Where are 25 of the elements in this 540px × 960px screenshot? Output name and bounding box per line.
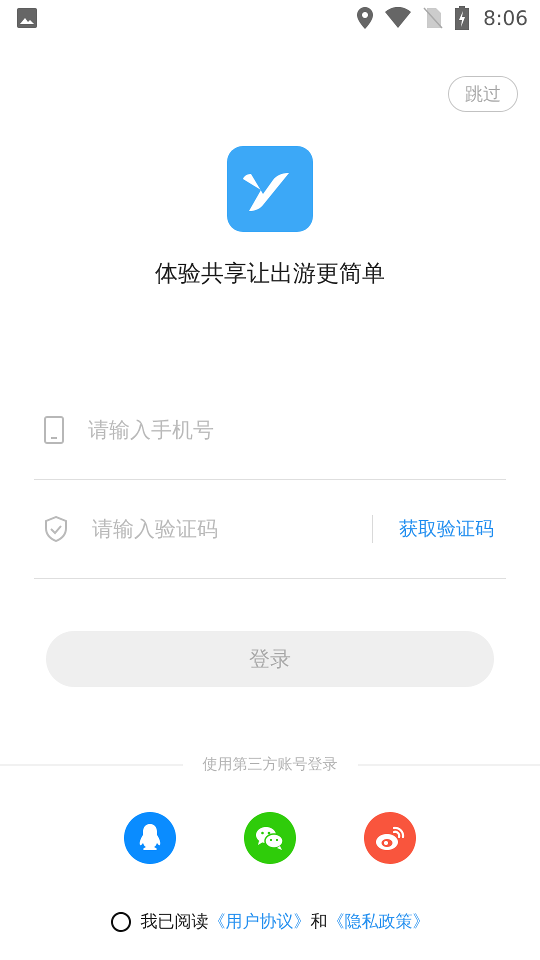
code-input-field[interactable]: 请输入验证码 — [90, 516, 350, 542]
eye-icon — [375, 825, 405, 851]
agreement-checkbox[interactable] — [110, 912, 130, 932]
battery-charging-icon — [455, 6, 470, 30]
location-icon — [357, 7, 374, 29]
social-login-button[interactable] — [124, 812, 176, 864]
penguin-icon — [137, 823, 163, 853]
phone-icon — [44, 416, 64, 444]
no-sim-icon — [423, 7, 444, 29]
shield-icon — [44, 516, 68, 542]
agreement-link[interactable]: 《隐私政策》 — [328, 912, 430, 932]
skip-button[interactable]: 跳过 — [448, 76, 518, 112]
wifi-icon — [385, 7, 412, 29]
clock-time: 8:06 — [483, 6, 528, 30]
app-logo-icon — [227, 146, 313, 232]
third-party-login-label: 使用第三方账号登录 — [202, 755, 338, 774]
agreement-link[interactable]: 《用户协议》 — [208, 912, 310, 932]
chat-bubbles-icon — [255, 825, 285, 851]
phone-input-field[interactable]: 请输入手机号 — [86, 417, 506, 443]
image-icon — [17, 8, 37, 28]
agreement-text: 我已阅读《用户协议》和《隐私政策》 — [140, 911, 430, 933]
get-code-button[interactable]: 获取验证码 — [372, 515, 506, 543]
social-login-button[interactable] — [244, 812, 296, 864]
slogan-text: 体验共享让出游更简单 — [154, 260, 386, 289]
social-login-button[interactable] — [364, 812, 416, 864]
